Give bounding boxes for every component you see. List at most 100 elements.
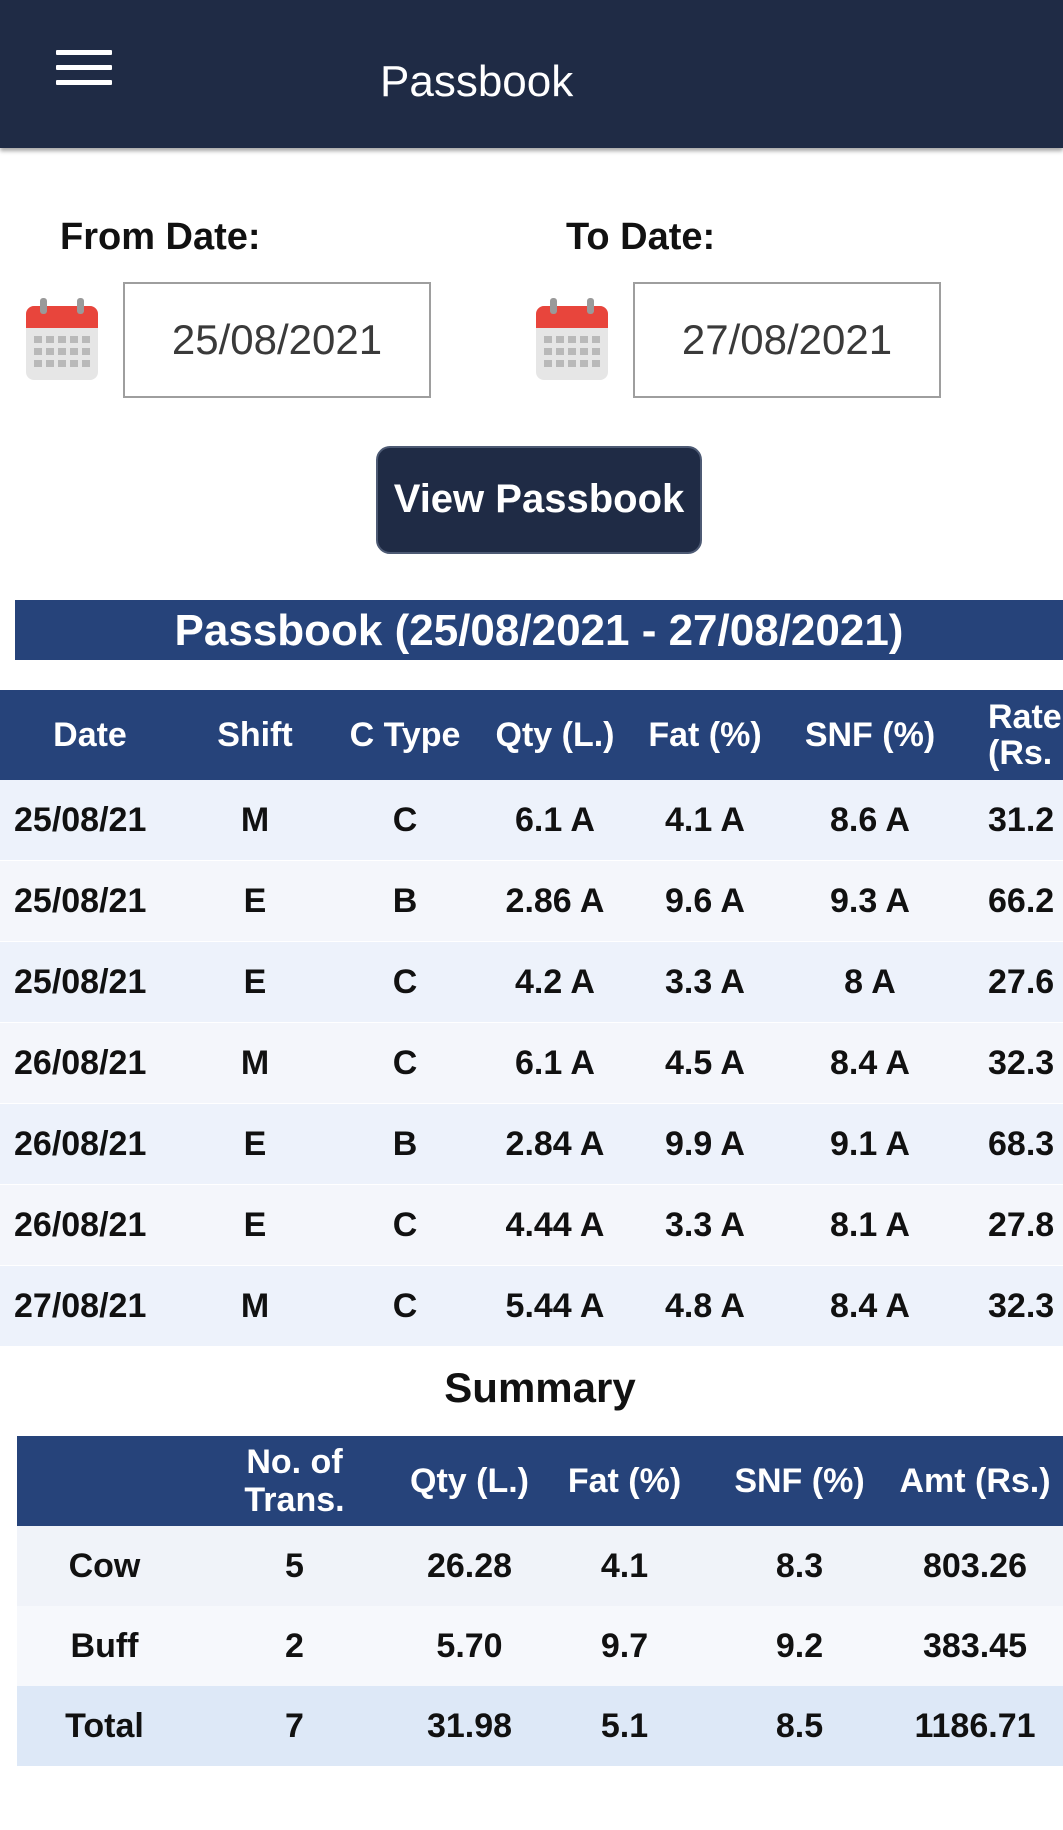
cell-c-type: C bbox=[392, 1286, 418, 1325]
rate-header-line2: (Rs. bbox=[988, 734, 1053, 772]
column-header-shift: Shift bbox=[217, 715, 293, 754]
cell-rate: 27.8 bbox=[988, 1205, 1055, 1244]
summary-cell-amt: 383.45 bbox=[923, 1626, 1027, 1665]
column-header-qty: Qty (L.) bbox=[495, 715, 615, 754]
summary-cell-qty: 26.28 bbox=[426, 1546, 513, 1585]
cell-qty: 4.2 A bbox=[514, 962, 595, 1001]
cell-fat: 9.6 A bbox=[664, 881, 745, 920]
cell-shift: E bbox=[243, 1124, 267, 1163]
cell-rate: 32.3 bbox=[988, 1286, 1055, 1325]
summary-cell-amt: 1186.71 bbox=[914, 1706, 1036, 1745]
calendar-icon[interactable] bbox=[24, 296, 100, 382]
table-header-row: Date Shift C Type Qty (L.) Fat (%) SNF (… bbox=[0, 690, 1063, 780]
cell-shift: E bbox=[243, 881, 267, 920]
cell-date: 26/08/21 bbox=[14, 1043, 147, 1082]
summary-cell-amt: 803.26 bbox=[923, 1546, 1027, 1585]
cell-rate: 68.3 bbox=[988, 1124, 1055, 1163]
cell-date: 25/08/21 bbox=[14, 881, 147, 920]
app-bar: Passbook bbox=[0, 0, 1063, 148]
rate-header-line1: Rate bbox=[988, 698, 1062, 736]
column-header-c-type: C Type bbox=[349, 715, 461, 754]
cell-fat: 3.3 A bbox=[664, 1205, 745, 1244]
summary-row: Cow 5 26.28 4.1 8.3 803.26 bbox=[17, 1526, 1063, 1606]
view-passbook-button[interactable]: View Passbook bbox=[376, 446, 702, 554]
cell-c-type: C bbox=[392, 1043, 418, 1082]
column-header-date: Date bbox=[53, 715, 127, 754]
cell-snf: 8.1 A bbox=[829, 1205, 910, 1244]
cell-qty: 5.44 A bbox=[505, 1286, 605, 1325]
table-row: 25/08/21 E C 4.2 A 3.3 A 8 A 27.6 bbox=[0, 942, 1063, 1022]
hamburger-menu-icon[interactable] bbox=[56, 46, 112, 90]
table-row: 26/08/21 E C 4.44 A 3.3 A 8.1 A 27.8 bbox=[0, 1185, 1063, 1265]
calendar-icon[interactable] bbox=[534, 296, 610, 382]
cell-snf: 8.6 A bbox=[829, 800, 910, 839]
cell-c-type: B bbox=[392, 1124, 418, 1163]
cell-c-type: B bbox=[392, 881, 418, 920]
table-row: 26/08/21 M C 6.1 A 4.5 A 8.4 A 32.3 bbox=[0, 1023, 1063, 1103]
trans-header-line1: No. of bbox=[246, 1443, 343, 1481]
passbook-heading: Passbook (25/08/2021 - 27/08/2021) bbox=[15, 600, 1063, 660]
cell-qty: 6.1 A bbox=[514, 1043, 595, 1082]
summary-header-type bbox=[17, 1436, 192, 1526]
to-date-field[interactable]: 27/08/2021 bbox=[633, 282, 941, 398]
cell-fat: 4.5 A bbox=[664, 1043, 745, 1082]
summary-header-qty: Qty (L.) bbox=[410, 1461, 529, 1500]
cell-fat: 4.1 A bbox=[664, 800, 745, 839]
cell-date: 27/08/21 bbox=[14, 1286, 147, 1325]
cell-c-type: C bbox=[392, 1205, 418, 1244]
page-title: Passbook bbox=[380, 57, 574, 106]
cell-shift: M bbox=[240, 1043, 270, 1082]
cell-fat: 3.3 A bbox=[664, 962, 745, 1001]
summary-cell-fat: 4.1 bbox=[600, 1546, 649, 1585]
summary-cell-snf: 8.5 bbox=[775, 1706, 824, 1745]
cell-snf: 9.1 A bbox=[829, 1124, 910, 1163]
cell-date: 25/08/21 bbox=[14, 962, 147, 1001]
cell-fat: 4.8 A bbox=[664, 1286, 745, 1325]
summary-header-fat: Fat (%) bbox=[567, 1461, 682, 1500]
cell-shift: M bbox=[240, 1286, 270, 1325]
summary-table: No. of Trans. Qty (L.) Fat (%) SNF (%) A… bbox=[17, 1436, 1063, 1766]
summary-cell-type: Total bbox=[65, 1706, 144, 1745]
transactions-table: Date Shift C Type Qty (L.) Fat (%) SNF (… bbox=[0, 690, 1063, 1346]
summary-cell-trans: 7 bbox=[285, 1706, 304, 1745]
cell-rate: 32.3 bbox=[988, 1043, 1055, 1082]
summary-header-trans: No. of Trans. bbox=[192, 1436, 397, 1526]
summary-cell-snf: 8.3 bbox=[775, 1546, 824, 1585]
cell-snf: 8 A bbox=[844, 962, 896, 1001]
column-header-rate: Rate (Rs. bbox=[960, 690, 1063, 780]
cell-snf: 9.3 A bbox=[829, 881, 910, 920]
cell-snf: 8.4 A bbox=[829, 1286, 910, 1325]
cell-qty: 2.86 A bbox=[505, 881, 605, 920]
column-header-snf: SNF (%) bbox=[804, 715, 936, 754]
cell-shift: M bbox=[240, 800, 270, 839]
from-date-label: From Date: bbox=[60, 216, 261, 258]
summary-row: Buff 2 5.70 9.7 9.2 383.45 bbox=[17, 1606, 1063, 1686]
table-row: 25/08/21 E B 2.86 A 9.6 A 9.3 A 66.2 bbox=[0, 861, 1063, 941]
cell-qty: 6.1 A bbox=[514, 800, 595, 839]
summary-header-snf: SNF (%) bbox=[734, 1461, 865, 1500]
cell-c-type: C bbox=[392, 800, 418, 839]
summary-cell-type: Buff bbox=[70, 1626, 139, 1665]
summary-cell-type: Cow bbox=[68, 1546, 141, 1585]
cell-date: 26/08/21 bbox=[14, 1124, 147, 1163]
summary-title: Summary bbox=[444, 1364, 636, 1411]
cell-rate: 31.2 bbox=[988, 800, 1055, 839]
summary-cell-qty: 31.98 bbox=[426, 1706, 513, 1745]
summary-header-amt: Amt (Rs.) bbox=[899, 1461, 1051, 1500]
cell-shift: E bbox=[243, 1205, 267, 1244]
column-header-fat: Fat (%) bbox=[648, 715, 762, 754]
table-row: 27/08/21 M C 5.44 A 4.8 A 8.4 A 32.3 bbox=[0, 1266, 1063, 1346]
from-date-field[interactable]: 25/08/2021 bbox=[123, 282, 431, 398]
summary-cell-fat: 5.1 bbox=[600, 1706, 649, 1745]
cell-qty: 4.44 A bbox=[505, 1205, 605, 1244]
cell-fat: 9.9 A bbox=[664, 1124, 745, 1163]
cell-qty: 2.84 A bbox=[505, 1124, 605, 1163]
summary-cell-snf: 9.2 bbox=[775, 1626, 824, 1665]
summary-cell-qty: 5.70 bbox=[436, 1626, 503, 1665]
summary-cell-trans: 2 bbox=[285, 1626, 304, 1665]
summary-header-row: No. of Trans. Qty (L.) Fat (%) SNF (%) A… bbox=[17, 1436, 1063, 1526]
table-row: 25/08/21 M C 6.1 A 4.1 A 8.6 A 31.2 bbox=[0, 780, 1063, 860]
summary-cell-trans: 5 bbox=[285, 1546, 304, 1585]
cell-date: 25/08/21 bbox=[14, 800, 147, 839]
table-row: 26/08/21 E B 2.84 A 9.9 A 9.1 A 68.3 bbox=[0, 1104, 1063, 1184]
